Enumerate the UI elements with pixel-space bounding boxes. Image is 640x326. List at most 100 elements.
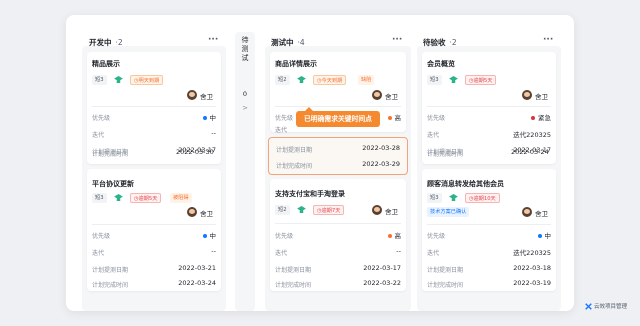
story-type-icon: [449, 76, 458, 83]
priority-dot: [387, 116, 392, 120]
column-header: 测试中 ·4: [271, 32, 305, 52]
status-tag: 技术方案已确认: [427, 207, 470, 217]
field-label: 迭代: [275, 127, 288, 134]
priority-dot: [202, 234, 207, 238]
iteration-value: --: [211, 129, 216, 137]
story-type-icon: [449, 194, 458, 201]
field-label: 优先级: [275, 115, 294, 122]
assignee-name: 舍卫: [200, 210, 213, 218]
divider: [427, 224, 551, 225]
field-label: 优先级: [427, 115, 446, 122]
divider: [92, 106, 216, 107]
date-value: 2022-03-24: [178, 279, 216, 287]
field-label: 迭代: [427, 132, 440, 139]
assignee-name: 舍卫: [200, 93, 213, 101]
brand-name: 云效项目管理: [594, 304, 628, 310]
column-count: ·2: [115, 37, 123, 47]
column-title: 待测试: [241, 36, 249, 62]
expand-icon[interactable]: >: [235, 104, 255, 113]
estimate-tag: 短2: [275, 205, 290, 215]
date-value: 2022-03-28: [362, 144, 400, 152]
card-title: 会员概览: [427, 60, 455, 68]
field-label: 优先级: [92, 233, 111, 240]
column-to-test-collapsed[interactable]: 待测试 0 >: [235, 32, 255, 311]
field-label: 计划完成时间: [92, 282, 129, 289]
date-value: 2022-03-24: [511, 148, 549, 156]
field-label: 优先级: [92, 115, 111, 122]
card-title: 顾客消息转发给其他会员: [427, 180, 504, 188]
assignee-name: 舍卫: [385, 208, 398, 216]
estimate-tag: 短3: [92, 75, 107, 85]
divider: [275, 106, 401, 107]
avatar: [522, 90, 532, 100]
column-title: 测试中: [271, 37, 294, 47]
column-header: 开发中 ·2: [89, 32, 123, 52]
kanban-board: 开发中 ·2 ··· 精品展示 短3 ◷明天到期 舍卫 优先级 中 迭代 -- …: [66, 15, 574, 311]
logo-icon: [585, 302, 592, 310]
priority-value: 紧急: [531, 112, 551, 122]
assignee-name: 舍卫: [385, 93, 398, 101]
task-card[interactable]: 平台协议更新 短3 ◷逾期5天 被阻碍 舍卫 优先级 中 迭代 -- 计划提测日…: [87, 169, 221, 291]
tooltip: 已明确需求关键时间点: [296, 107, 380, 127]
avatar: [187, 90, 197, 100]
task-card[interactable]: 顾客消息转发给其他会员 短3 ◷逾期10天 技术方案已确认 舍卫 优先级 中 迭…: [422, 169, 556, 291]
date-value: 2022-03-17: [363, 264, 401, 272]
date-value: 2022-03-22: [363, 279, 401, 287]
priority-value: 高: [387, 230, 401, 240]
column-count: ·2: [449, 37, 457, 47]
field-label: 迭代: [92, 250, 105, 257]
avatar: [522, 207, 532, 217]
iteration-value: --: [211, 247, 216, 255]
column-header: 待验收 ·2: [423, 32, 457, 52]
field-label: 计划完成时间: [427, 151, 464, 158]
estimate-tag: 短3: [92, 193, 107, 203]
column-title: 开发中: [89, 37, 112, 47]
more-icon[interactable]: ···: [543, 35, 553, 45]
date-value: 2022-03-21: [178, 264, 216, 272]
due-tag: ◷今天到期: [313, 75, 347, 85]
priority-dot: [537, 234, 542, 238]
assignee-name: 舍卫: [535, 93, 548, 101]
priority-dot: [387, 234, 392, 238]
overdue-tag: ◷逾期10天: [465, 193, 500, 203]
brand-logo: 云效项目管理: [585, 302, 627, 310]
date-value: 2022-03-30: [176, 148, 214, 156]
iteration-value: 迭代220325: [513, 131, 551, 139]
divider: [92, 224, 216, 225]
avatar: [187, 207, 197, 217]
estimate-tag: 短3: [427, 75, 442, 85]
defect-tag: 缺陷: [358, 75, 375, 85]
more-icon[interactable]: ···: [392, 35, 402, 45]
iteration-value: 迭代220325: [513, 249, 551, 257]
field-label: 计划提测日期: [276, 147, 313, 154]
field-label: 迭代: [427, 250, 440, 257]
field-label: 计划完成时间: [427, 282, 464, 289]
avatar: [372, 205, 382, 215]
field-label: 优先级: [275, 233, 294, 240]
key-dates-highlight: 计划提测日期 2022-03-28 计划完成时间 2022-03-29: [268, 137, 408, 175]
date-value: 2022-03-29: [362, 160, 400, 168]
date-value: 2022-03-18: [513, 264, 551, 272]
more-icon[interactable]: ···: [208, 35, 218, 45]
field-label: 计划完成时间: [275, 282, 312, 289]
field-label: 计划完成时间: [92, 151, 129, 158]
field-label: 迭代: [92, 132, 105, 139]
story-type-icon: [297, 76, 306, 83]
column-count: 0: [242, 90, 248, 98]
divider: [275, 223, 401, 224]
field-label: 计划提测日期: [275, 267, 312, 274]
story-type-icon: [114, 76, 123, 83]
estimate-tag: 短3: [427, 193, 442, 203]
overdue-tag: ◷逾期5天: [130, 193, 162, 203]
field-label: 计划提测日期: [427, 267, 464, 274]
column-title: 待验收: [423, 37, 446, 47]
task-card[interactable]: 支持支付宝和手淘登录 短2 ◷逾期7天 舍卫 优先级 高 迭代 -- 计划提测日…: [270, 179, 406, 291]
field-label: 迭代: [275, 250, 288, 257]
avatar: [372, 90, 382, 100]
priority-value: 中: [537, 230, 551, 240]
assignee-name: 舍卫: [535, 210, 548, 218]
priority-dot: [531, 116, 535, 120]
field-label: 优先级: [427, 233, 446, 240]
blocked-tag: 被阻碍: [170, 193, 192, 203]
date-value: 2022-03-19: [513, 279, 551, 287]
